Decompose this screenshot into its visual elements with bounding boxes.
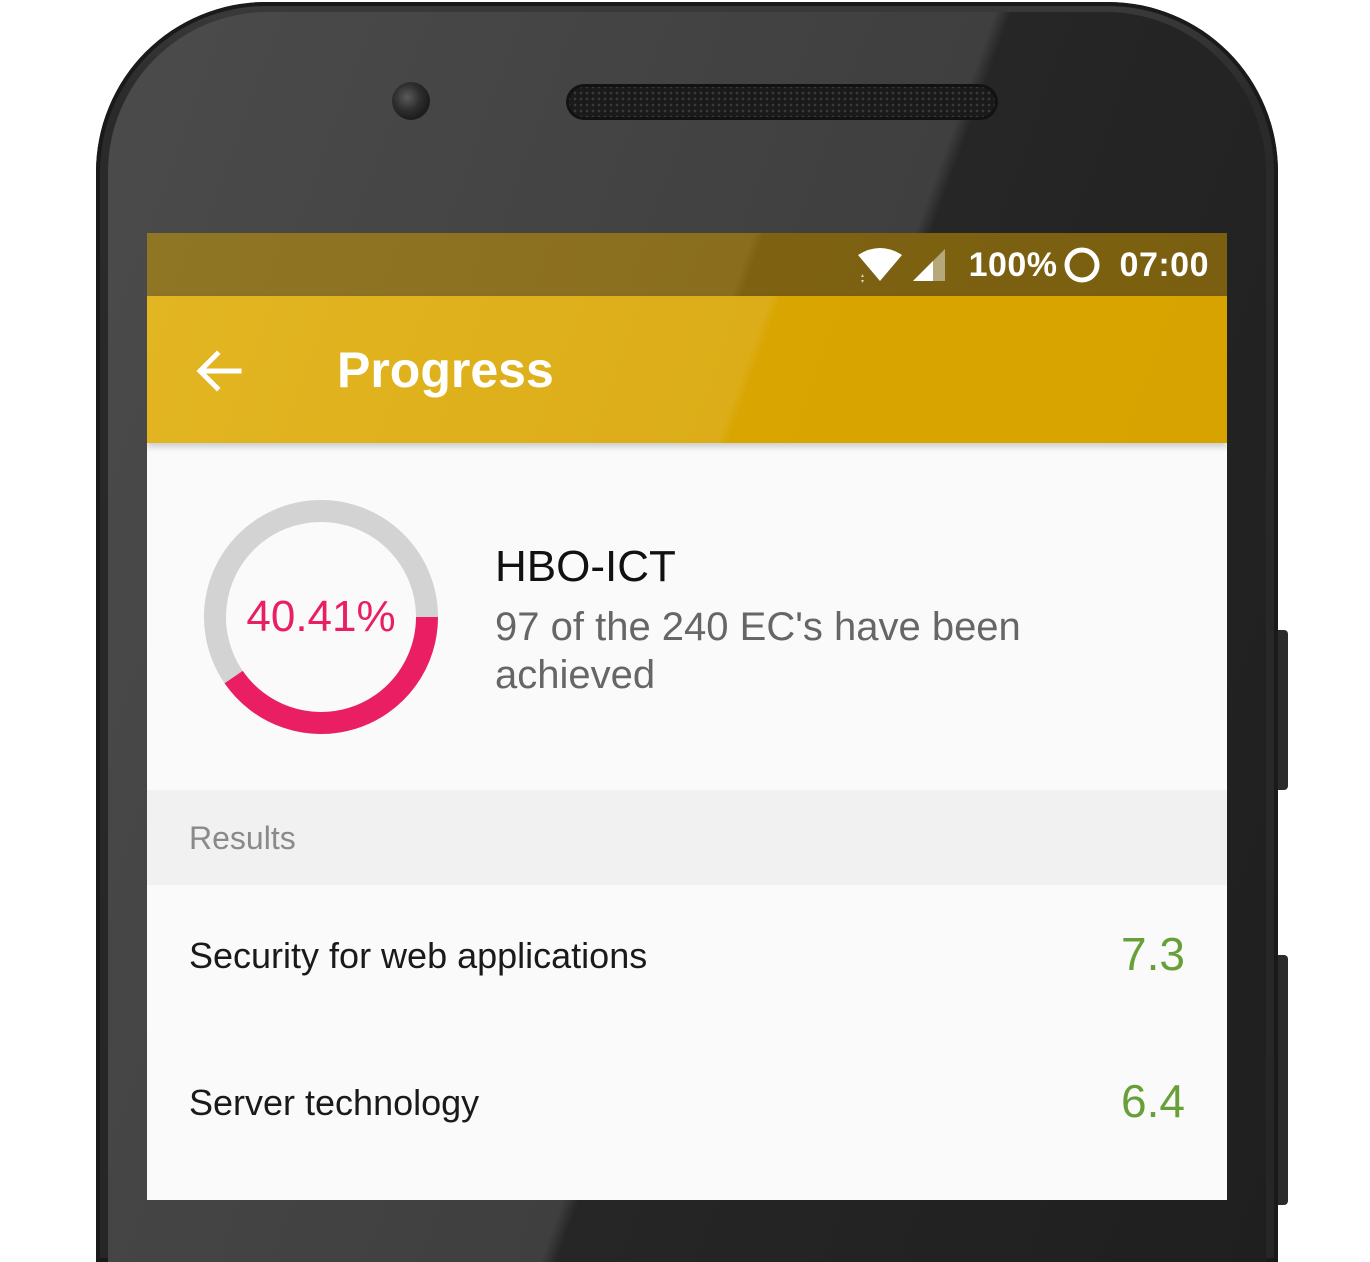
signal-icon [912,249,945,281]
battery-percent: 100% [968,245,1058,284]
result-row[interactable]: Server technology 6.4 [147,1032,1227,1179]
back-button[interactable] [189,341,249,401]
screen: 100% 07:00 Progress 40.41% HBO-ICT 97 of… [147,233,1227,1200]
battery-saver-icon [1064,247,1100,283]
credits-description: 97 of the 240 EC's have been achieved [495,605,1021,697]
arrow-left-icon [196,350,242,392]
course-grade: 7.3 [1121,928,1185,980]
course-grade: 6.4 [1121,1075,1185,1127]
speaker-grille [566,84,998,120]
wifi-icon [857,248,902,283]
course-name: Server technology [189,1082,480,1123]
progress-percent: 40.41% [246,592,396,641]
side-button-volume [1278,630,1288,790]
results-list: Security for web applications 7.3 Server… [147,885,1227,1179]
progress-summary: 40.41% HBO-ICT 97 of the 240 EC's have b… [147,443,1227,790]
program-name: HBO-ICT [495,542,676,591]
results-header-label: Results [189,820,296,856]
front-camera [392,82,430,120]
app-bar: Progress [147,296,1227,443]
status-bar: 100% 07:00 [147,233,1227,296]
status-icons: 100% 07:00 [857,243,1209,287]
progress-donut: 40.41% [202,498,440,736]
results-header: Results [147,790,1227,885]
page-title: Progress [337,342,554,398]
result-row[interactable]: Security for web applications 7.3 [147,885,1227,1032]
course-name: Security for web applications [189,935,648,976]
side-button-power [1278,955,1288,1205]
status-time: 07:00 [1119,245,1209,284]
